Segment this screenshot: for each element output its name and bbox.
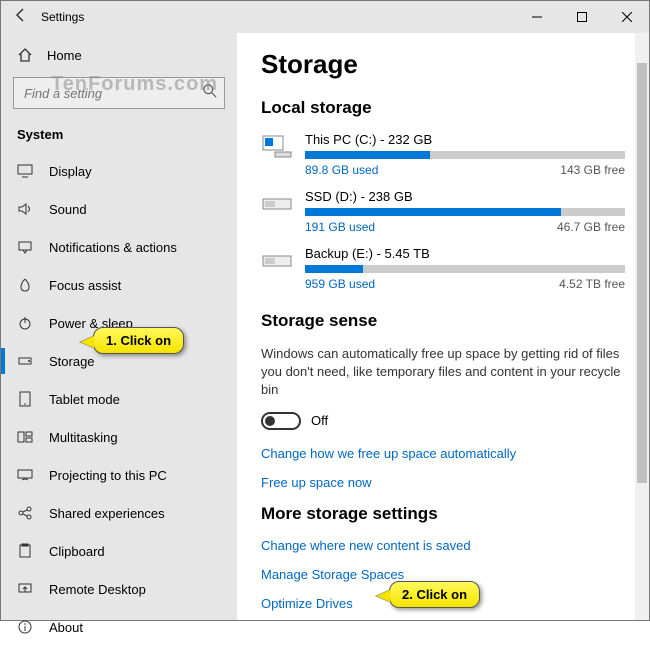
projecting-icon	[17, 467, 33, 483]
storage-sense-toggle[interactable]	[261, 412, 301, 430]
content-pane: Storage Local storage This PC (C:) - 232…	[237, 33, 649, 620]
nav-label: Tablet mode	[49, 392, 120, 407]
scrollbar[interactable]	[635, 33, 649, 620]
local-storage-heading: Local storage	[261, 98, 625, 118]
storage-icon	[17, 353, 33, 369]
toggle-state-label: Off	[311, 413, 328, 428]
sidebar-item-display[interactable]: Display	[1, 152, 237, 190]
nav-label: About	[49, 620, 83, 635]
sound-icon	[17, 201, 33, 217]
usage-bar	[305, 151, 625, 159]
nav-label: Shared experiences	[49, 506, 165, 521]
nav-label: Clipboard	[49, 544, 105, 559]
page-title: Storage	[261, 49, 625, 80]
drive-row[interactable]: This PC (C:) - 232 GB 89.8 GB used 143 GB…	[261, 132, 625, 177]
maximize-button[interactable]	[559, 1, 604, 33]
nav-label: Sound	[49, 202, 87, 217]
sidebar-item-sound[interactable]: Sound	[1, 190, 237, 228]
scroll-thumb[interactable]	[637, 63, 647, 483]
drive-used: 191 GB used	[305, 220, 375, 234]
nav-label: Remote Desktop	[49, 582, 146, 597]
nav-label: Multitasking	[49, 430, 118, 445]
nav-label: Projecting to this PC	[49, 468, 167, 483]
minimize-button[interactable]	[514, 1, 559, 33]
nav-label: Display	[49, 164, 92, 179]
drive-row[interactable]: SSD (D:) - 238 GB 191 GB used 46.7 GB fre…	[261, 189, 625, 234]
multitasking-icon	[17, 429, 33, 445]
nav-label: Focus assist	[49, 278, 121, 293]
drive-free: 46.7 GB free	[557, 220, 625, 234]
nav-label: Storage	[49, 354, 95, 369]
window-title: Settings	[41, 10, 84, 24]
drive-icon-pc	[261, 134, 293, 158]
drive-icon-backup	[261, 248, 293, 272]
drive-icon-ssd	[261, 191, 293, 215]
close-button[interactable]	[604, 1, 649, 33]
power-icon	[17, 315, 33, 331]
sidebar-item-clipboard[interactable]: Clipboard	[1, 532, 237, 570]
remote-icon	[17, 581, 33, 597]
display-icon	[17, 163, 33, 179]
drive-free: 4.52 TB free	[559, 277, 625, 291]
sidebar-item-focus[interactable]: Focus assist	[1, 266, 237, 304]
storage-sense-heading: Storage sense	[261, 311, 625, 331]
tablet-icon	[17, 391, 33, 407]
drive-name: This PC (C:) - 232 GB	[305, 132, 625, 147]
titlebar: Settings	[1, 1, 649, 33]
annotation-callout-2: 2. Click on	[389, 581, 480, 608]
usage-bar	[305, 208, 625, 216]
link-free-up-now[interactable]: Free up space now	[261, 475, 625, 490]
link-change-free-up[interactable]: Change how we free up space automaticall…	[261, 446, 625, 461]
notifications-icon	[17, 239, 33, 255]
usage-bar	[305, 265, 625, 273]
link-manage-spaces[interactable]: Manage Storage Spaces	[261, 567, 625, 582]
home-label: Home	[47, 48, 82, 63]
sidebar-item-multitasking[interactable]: Multitasking	[1, 418, 237, 456]
sidebar-item-shared[interactable]: Shared experiences	[1, 494, 237, 532]
drive-free: 143 GB free	[560, 163, 625, 177]
more-settings-heading: More storage settings	[261, 504, 625, 524]
focus-icon	[17, 277, 33, 293]
clipboard-icon	[17, 543, 33, 559]
search-icon	[203, 84, 217, 98]
sidebar-item-notifications[interactable]: Notifications & actions	[1, 228, 237, 266]
storage-sense-description: Windows can automatically free up space …	[261, 345, 625, 400]
sidebar-item-remote[interactable]: Remote Desktop	[1, 570, 237, 608]
sidebar-item-about[interactable]: About	[1, 608, 237, 646]
about-icon	[17, 619, 33, 635]
back-button[interactable]	[1, 7, 41, 28]
search-input[interactable]	[13, 77, 225, 109]
sidebar-item-tablet[interactable]: Tablet mode	[1, 380, 237, 418]
drive-name: Backup (E:) - 5.45 TB	[305, 246, 625, 261]
drive-name: SSD (D:) - 238 GB	[305, 189, 625, 204]
drive-used: 959 GB used	[305, 277, 375, 291]
sidebar-home[interactable]: Home	[1, 37, 237, 73]
drive-used: 89.8 GB used	[305, 163, 378, 177]
link-new-content[interactable]: Change where new content is saved	[261, 538, 625, 553]
drive-row[interactable]: Backup (E:) - 5.45 TB 959 GB used 4.52 TB…	[261, 246, 625, 291]
home-icon	[17, 47, 33, 63]
sidebar-item-projecting[interactable]: Projecting to this PC	[1, 456, 237, 494]
section-heading: System	[1, 119, 237, 152]
shared-icon	[17, 505, 33, 521]
annotation-callout-1: 1. Click on	[93, 327, 184, 354]
nav-label: Notifications & actions	[49, 240, 177, 255]
